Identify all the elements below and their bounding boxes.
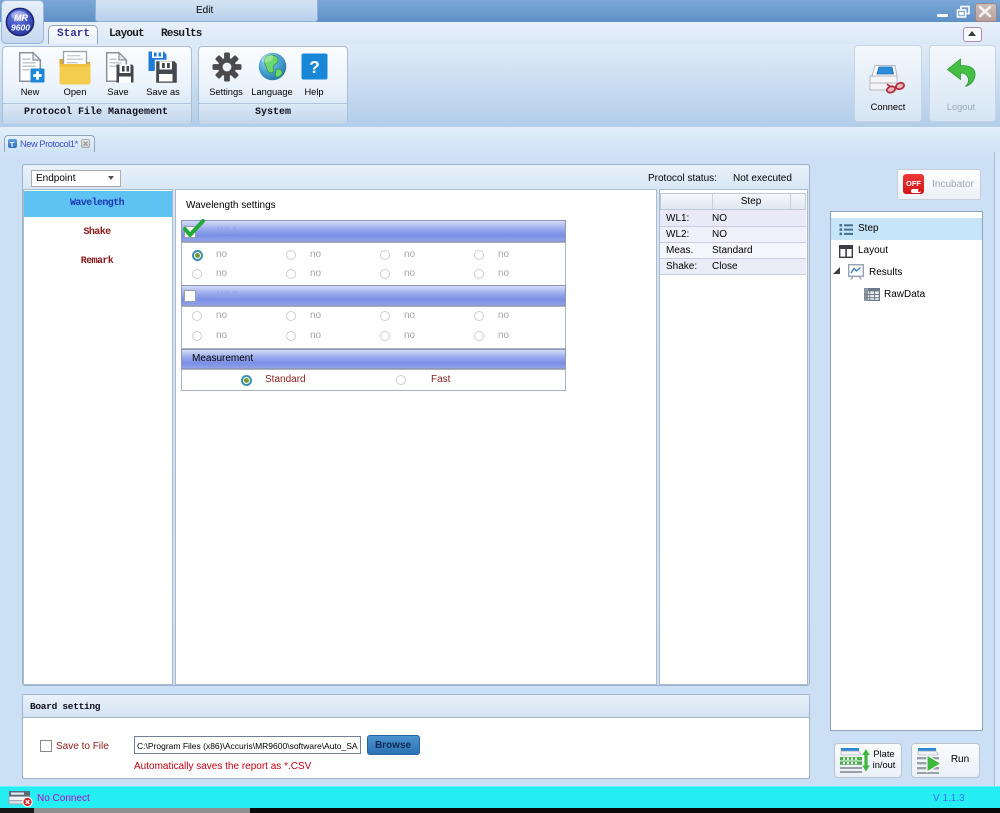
svg-text:?: ? [309,57,320,77]
svg-text:9600: 9600 [11,23,30,33]
svg-text:MR: MR [14,13,28,23]
